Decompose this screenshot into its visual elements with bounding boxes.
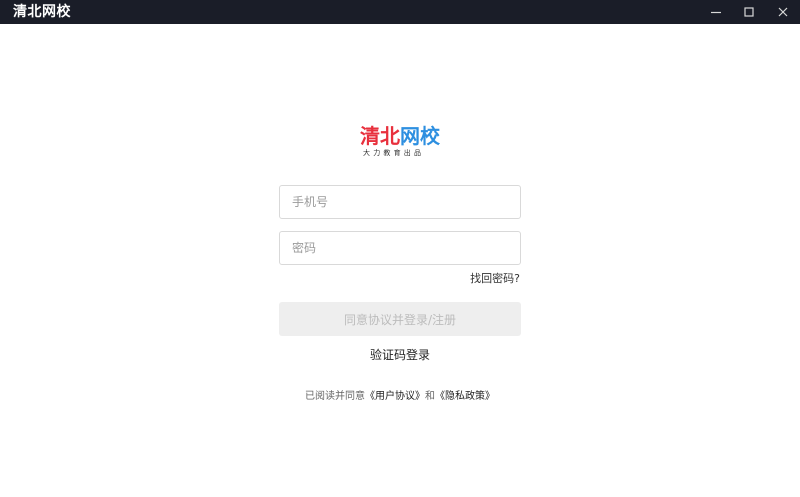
phone-field[interactable]	[279, 185, 521, 219]
title-bar: 清北网校	[0, 0, 800, 24]
logo-text-blue: 网校	[400, 124, 440, 148]
sms-code-login-link[interactable]: 验证码登录	[340, 348, 460, 363]
agreement-text: 已阅读并同意《用户协议》和《隐私政策》	[250, 390, 550, 403]
logo-text-red: 清北	[360, 124, 400, 148]
logo-tagline: 大力教育出品	[363, 149, 425, 157]
user-agreement-link[interactable]: 《用户协议》	[365, 391, 425, 402]
password-input[interactable]	[280, 232, 520, 264]
maximize-button[interactable]	[732, 0, 766, 24]
privacy-policy-link[interactable]: 《隐私政策》	[435, 391, 495, 402]
close-icon	[778, 7, 788, 17]
brand-logo: 清北网校 大力教育出品	[360, 124, 442, 160]
minimize-icon	[711, 11, 721, 14]
logo-wordmark: 清北网校	[360, 124, 440, 148]
agreement-prefix: 已阅读并同意	[305, 391, 365, 402]
forgot-password-link[interactable]: 找回密码?	[470, 272, 520, 286]
agreement-conjunction: 和	[425, 391, 435, 402]
phone-input[interactable]	[280, 186, 520, 218]
minimize-button[interactable]	[699, 0, 733, 24]
app-title: 清北网校	[13, 4, 71, 20]
agree-and-login-button[interactable]: 同意协议并登录/注册	[279, 302, 521, 336]
maximize-icon	[744, 7, 754, 17]
close-button[interactable]	[766, 0, 800, 24]
password-field[interactable]	[279, 231, 521, 265]
